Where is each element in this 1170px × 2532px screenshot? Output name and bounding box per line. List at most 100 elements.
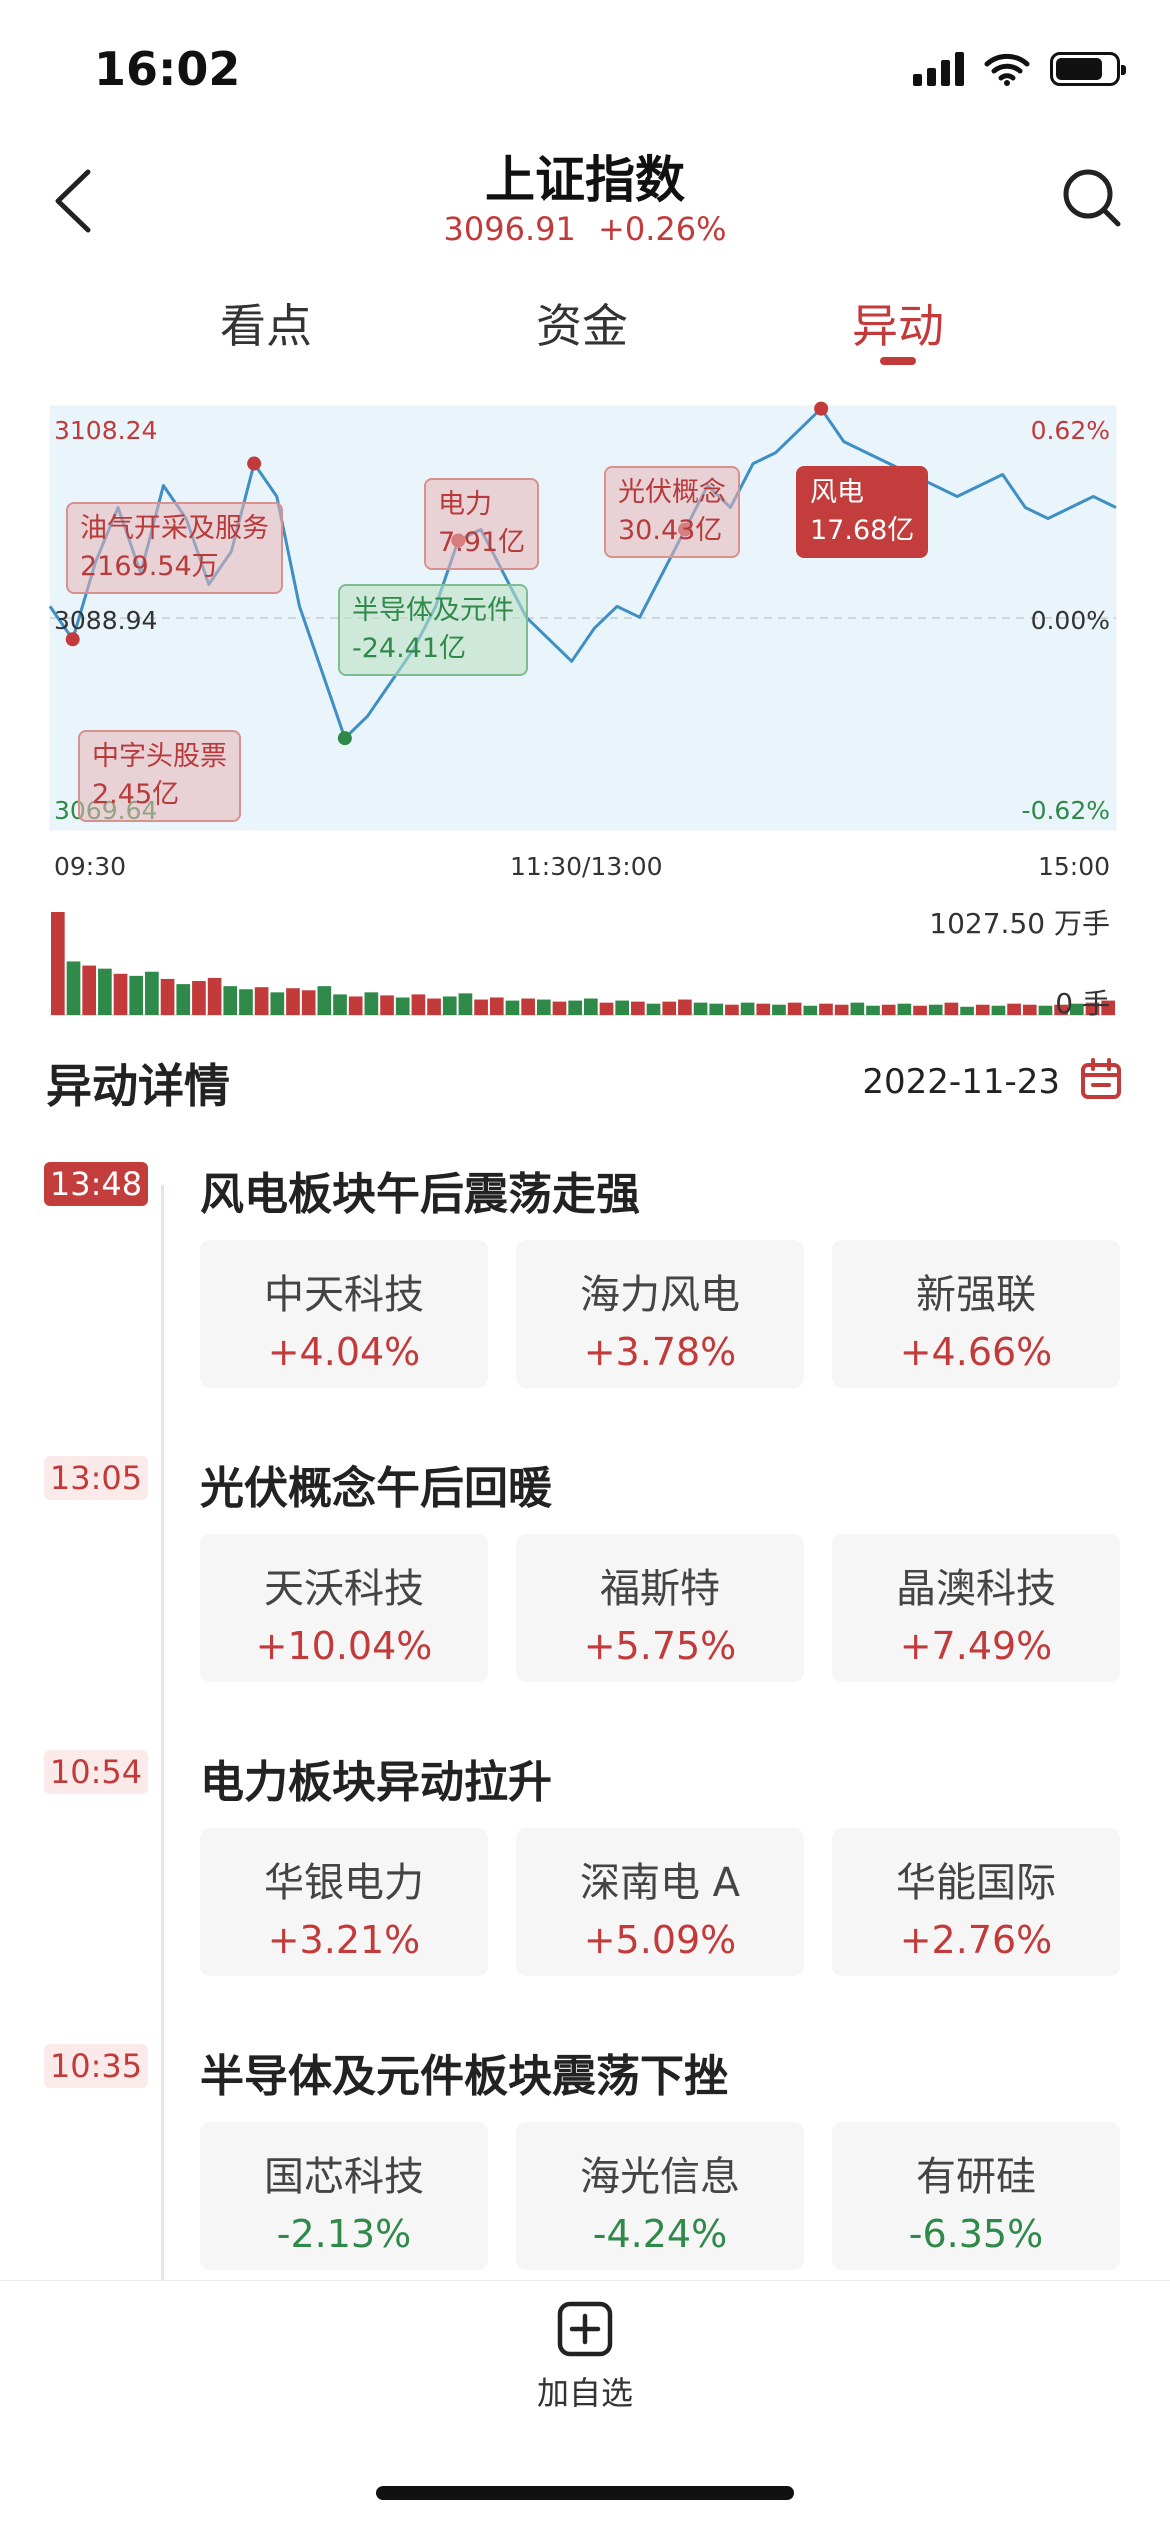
stock-card[interactable]: 华银电力 +3.21%: [200, 1828, 488, 1976]
volume-bar: [787, 1002, 802, 1015]
annotation-power[interactable]: 电力 7.91亿: [424, 478, 540, 570]
event-marker: [337, 731, 352, 746]
y-right-high: 0.62%: [1030, 416, 1110, 445]
stock-card[interactable]: 中天科技 +4.04%: [200, 1240, 488, 1388]
detail-date[interactable]: 2022-11-23: [862, 1062, 1060, 1102]
event-title: 光伏概念午后回暖: [200, 1463, 552, 1514]
stock-name: 国芯科技: [264, 2154, 424, 2200]
annotation-label: 油气开采及服务: [80, 513, 269, 544]
volume-bar: [270, 992, 285, 1015]
annotation-wind-power[interactable]: 风电 17.68亿: [796, 466, 929, 558]
volume-bar: [1038, 1005, 1053, 1015]
tab-highlights[interactable]: 看点: [220, 290, 312, 356]
volume-bar: [442, 996, 457, 1015]
stock-card[interactable]: 海光信息 -4.24%: [516, 2122, 804, 2270]
stock-change: +4.04%: [267, 1330, 421, 1374]
add-watchlist-button[interactable]: 加自选: [0, 2368, 1170, 2414]
stock-card[interactable]: 福斯特 +5.75%: [516, 1534, 804, 1682]
volume-bar: [536, 999, 551, 1015]
stock-name: 新强联: [916, 1272, 1036, 1318]
home-indicator: [376, 2486, 794, 2500]
volume-bar: [348, 996, 363, 1015]
stock-name: 海力风电: [580, 1272, 740, 1318]
volume-bar: [113, 973, 128, 1015]
annotation-value: 2169.54万: [80, 551, 219, 582]
annotation-label: 半导体及元件: [352, 595, 514, 626]
stock-card[interactable]: 新强联 +4.66%: [832, 1240, 1120, 1388]
volume-bar: [129, 975, 144, 1015]
volume-bar: [474, 999, 488, 1015]
annotation-photovoltaic[interactable]: 光伏概念 30.43亿: [604, 466, 740, 558]
volume-min-label: 0 手: [1055, 987, 1110, 1020]
stock-change: +2.76%: [899, 1918, 1053, 1962]
stock-change: -2.13%: [276, 2212, 412, 2256]
event-time: 13:05: [44, 1456, 148, 1500]
volume-bar: [897, 1003, 912, 1015]
annotation-label: 电力: [438, 489, 492, 520]
stock-name: 华银电力: [264, 1860, 424, 1906]
volume-bar: [772, 1004, 786, 1015]
volume-bar: [615, 1000, 630, 1015]
annotation-label: 中字头股票: [92, 741, 227, 772]
volume-bar: [458, 993, 473, 1015]
volume-bar: [254, 987, 269, 1015]
volume-bar: [928, 1004, 943, 1015]
volume-bar: [395, 997, 410, 1015]
annotation-zhongzitou[interactable]: 中字头股票 2.45亿: [78, 730, 241, 822]
annotation-oil-gas[interactable]: 油气开采及服务 2169.54万: [66, 502, 283, 594]
tab-indicator: [880, 357, 916, 365]
event-time: 10:35: [44, 2044, 148, 2088]
page-title: 上证指数: [485, 151, 685, 209]
volume-bar: [913, 1005, 927, 1015]
detail-title: 异动详情: [46, 1059, 230, 1113]
search-icon[interactable]: [1060, 166, 1124, 230]
stock-card[interactable]: 华能国际 +2.76%: [832, 1828, 1120, 1976]
volume-bar: [98, 968, 112, 1015]
stock-name: 福斯特: [600, 1566, 720, 1612]
plus-square-icon[interactable]: [556, 2300, 614, 2358]
tab-funds[interactable]: 资金: [536, 290, 628, 356]
volume-bar: [411, 994, 426, 1015]
volume-bar: [66, 961, 81, 1015]
stock-card[interactable]: 晶澳科技 +7.49%: [832, 1534, 1120, 1682]
stock-change: -6.35%: [908, 2212, 1044, 2256]
volume-bar: [521, 998, 535, 1015]
x-tick-open: 09:30: [54, 852, 127, 881]
stock-change: +7.49%: [899, 1624, 1053, 1668]
volume-bar: [223, 986, 238, 1015]
volume-bar: [176, 984, 191, 1015]
volume-bar: [662, 1001, 677, 1015]
y-right-low: -0.62%: [1021, 796, 1110, 825]
tab-anomalies[interactable]: 异动: [852, 290, 944, 356]
stock-change: +3.21%: [267, 1918, 421, 1962]
index-quote: 3096.91 +0.26%: [0, 210, 1170, 248]
event-stocks: 国芯科技 -2.13% 海光信息 -4.24% 有研硅 -6.35%: [200, 2122, 1120, 2270]
event-title: 电力板块异动拉升: [200, 1757, 552, 1808]
event-stocks: 中天科技 +4.04% 海力风电 +3.78% 新强联 +4.66%: [200, 1240, 1120, 1388]
stock-card[interactable]: 天沃科技 +10.04%: [200, 1534, 488, 1682]
annotation-value: 17.68亿: [810, 515, 915, 546]
stock-change: +10.04%: [255, 1624, 433, 1668]
volume-bar: [364, 992, 379, 1015]
calendar-icon[interactable]: [1080, 1058, 1122, 1100]
volume-bar: [489, 997, 504, 1015]
stock-change: +4.66%: [899, 1330, 1053, 1374]
annotation-value: -24.41亿: [352, 633, 467, 664]
status-icons: [913, 52, 1126, 86]
volume-bar: [505, 1000, 520, 1015]
stock-card[interactable]: 海力风电 +3.78%: [516, 1240, 804, 1388]
stock-card[interactable]: 国芯科技 -2.13%: [200, 2122, 488, 2270]
volume-bar: [803, 1005, 818, 1015]
stock-card[interactable]: 有研硅 -6.35%: [832, 2122, 1120, 2270]
stock-card[interactable]: 深南电 A +5.09%: [516, 1828, 804, 1976]
volume-bar: [709, 1003, 724, 1015]
event-time: 13:48: [44, 1162, 148, 1206]
volume-bar: [599, 1002, 614, 1015]
volume-bar: [631, 1001, 645, 1015]
volume-bar: [286, 988, 300, 1015]
intraday-chart[interactable]: 3108.24 3088.94 3069.64 0.62% 0.00% -0.6…: [0, 400, 1170, 1030]
volume-bar: [239, 989, 253, 1015]
index-change: +0.26%: [598, 210, 727, 248]
annotation-label: 光伏概念: [618, 477, 726, 508]
annotation-semiconductor[interactable]: 半导体及元件 -24.41亿: [338, 584, 528, 676]
